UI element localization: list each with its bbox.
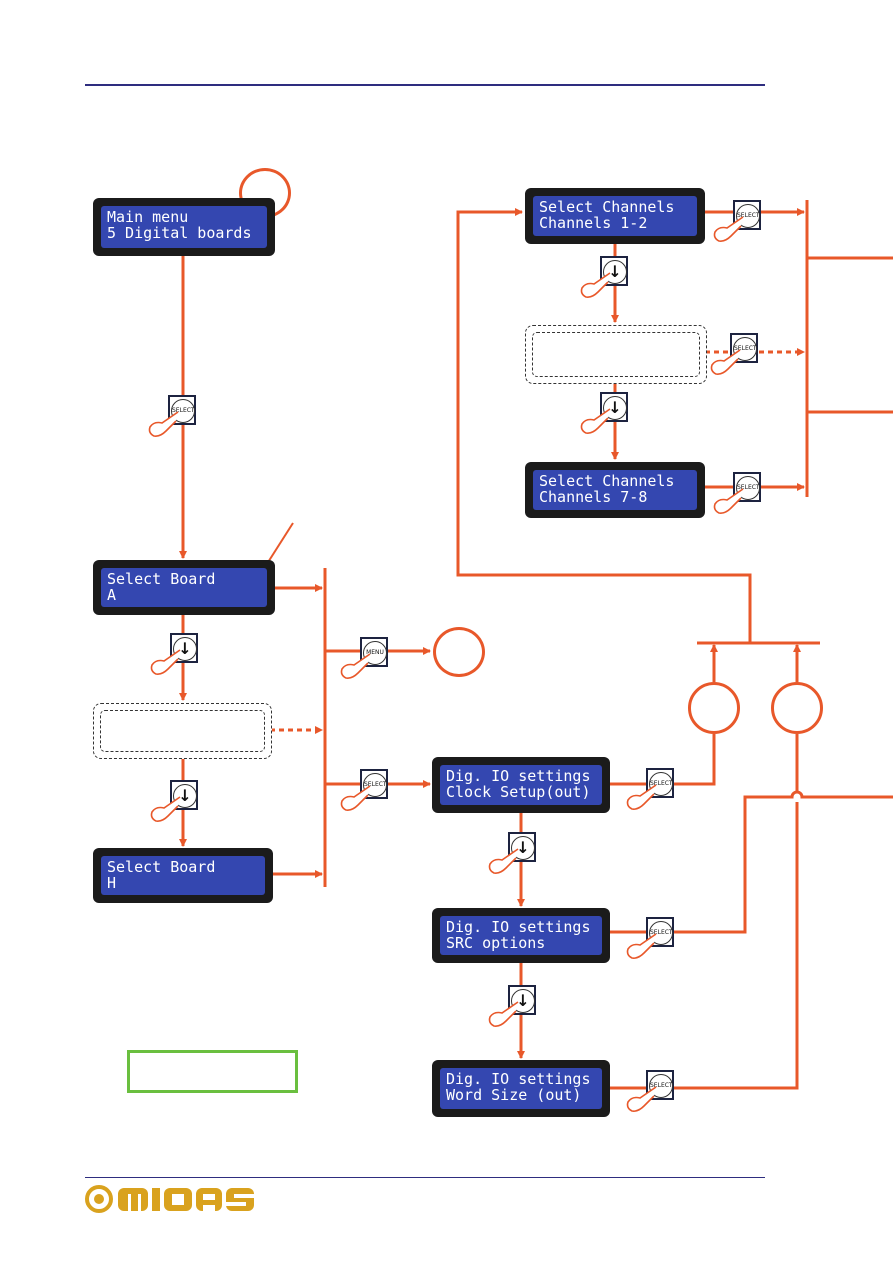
pointing-hand-icon — [626, 784, 657, 810]
lcd-line: Word Size (out) — [446, 1086, 582, 1104]
lcd-line: Main menu — [107, 208, 189, 226]
lcd-word-size: Dig. IO settings Word Size (out) — [432, 1060, 610, 1117]
lcd-line: Select Channels — [539, 198, 675, 216]
lcd-line: Channels 7-8 — [539, 488, 648, 506]
lcd-channels-7-8: Select Channels Channels 7-8 — [525, 462, 705, 518]
pointing-hand-icon — [713, 216, 744, 242]
pointing-hand-icon — [580, 272, 611, 298]
lcd-line: Select Channels — [539, 472, 675, 490]
lcd-line: H — [107, 874, 117, 892]
pointing-hand-icon — [488, 1001, 519, 1027]
clock-circle — [688, 682, 740, 734]
menu-target-circle — [433, 627, 485, 677]
lcd-src-options: Dig. IO settings SRC options — [432, 908, 610, 963]
pointing-hand-icon — [626, 933, 657, 959]
lcd-line: Dig. IO settings — [446, 1070, 591, 1088]
lcd-line: A — [107, 586, 117, 604]
pointing-hand-icon — [713, 488, 744, 514]
pointing-hand-icon — [148, 411, 179, 437]
lcd-board-a: Select Board A — [93, 560, 275, 615]
pointing-hand-icon — [710, 349, 741, 375]
lcd-placeholder-channels — [525, 325, 707, 384]
pointing-hand-icon — [580, 408, 611, 434]
pointing-hand-icon — [340, 785, 371, 811]
lcd-line: Dig. IO settings — [446, 767, 591, 785]
lcd-line: Select Board — [107, 570, 216, 588]
lcd-line: Channels 1-2 — [539, 214, 648, 232]
lcd-channels-1-2: Select Channels Channels 1-2 — [525, 188, 705, 244]
lcd-line: Dig. IO settings — [446, 918, 591, 936]
lcd-line: 5 Digital boards — [107, 224, 252, 242]
pointing-hand-icon — [150, 796, 181, 822]
lcd-clock-setup: Dig. IO settings Clock Setup(out) — [432, 757, 610, 813]
pointing-hand-icon — [626, 1086, 657, 1112]
note-box — [127, 1050, 298, 1093]
lcd-board-h: Select Board H — [93, 848, 273, 903]
midas-logo — [85, 1185, 254, 1213]
lcd-line: Clock Setup(out) — [446, 783, 591, 801]
pointing-hand-icon — [150, 649, 181, 675]
flow-diagram-page: Main menu 5 Digital boards Select Board A … — [0, 0, 893, 1263]
pointing-hand-icon — [488, 848, 519, 874]
lcd-placeholder-boards — [93, 703, 272, 759]
lcd-line: Select Board — [107, 858, 216, 876]
lcd-line: SRC options — [446, 934, 546, 952]
word-size-circle — [771, 682, 823, 734]
pointing-hand-icon — [340, 653, 371, 679]
lcd-main-menu: Main menu 5 Digital boards — [93, 198, 275, 256]
